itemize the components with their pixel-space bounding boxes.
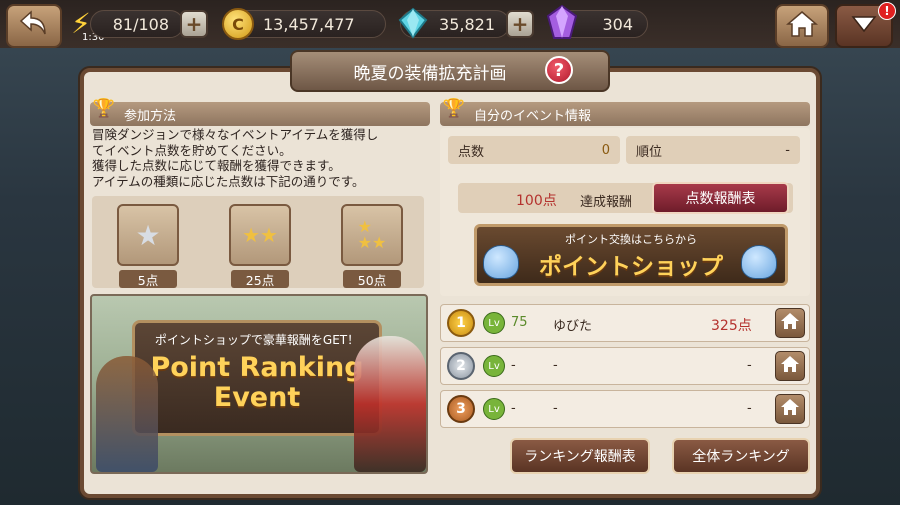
gem-value: 304 [602, 14, 633, 34]
score-cell: 点数 0 [448, 136, 620, 164]
back-button[interactable] [6, 4, 62, 48]
ranking-row[interactable]: 2 Lv - - - [440, 347, 810, 385]
visit-home-button[interactable] [775, 308, 805, 338]
participation-description: 冒険ダンジョンで様々なイベントアイテムを獲得し てイベント点数を貯めてください。… [92, 127, 422, 195]
banner-title-line: Point Ranking [150, 352, 364, 383]
item-tier-2-points: 25点 [231, 270, 289, 288]
player-score: 325点 [711, 318, 752, 334]
home-icon [780, 398, 800, 420]
ranking-row[interactable]: 1 Lv 75 ゆびた 325点 [440, 304, 810, 342]
add-crystal-button[interactable]: + [506, 10, 534, 38]
description-line: アイテムの種類に応じた点数は下記の通りです。 [92, 173, 365, 189]
visit-home-button[interactable] [775, 351, 805, 381]
score-label: 点数 [458, 144, 485, 160]
gem-icon [544, 4, 580, 42]
trophy-icon: 🏆 [442, 97, 466, 119]
participation-header: 参加方法 [90, 102, 430, 126]
description-line: 冒険ダンジョンで様々なイベントアイテムを獲得し [92, 127, 379, 142]
item-tier-1: ★ 5点 [96, 198, 200, 288]
my-event-info-header-label: 自分のイベント情報 [474, 108, 592, 124]
description-line: 獲得した点数に応じて報酬を獲得できます。 [92, 158, 341, 173]
bronze-medal-icon: 3 [447, 395, 475, 423]
player-level: 75 [511, 315, 528, 330]
my-event-info-header: 自分のイベント情報 [440, 102, 810, 126]
score-value: 0 [601, 142, 610, 158]
window-title-text: 晩夏の装備拡充計画 [353, 63, 507, 84]
reward-points: 100点 [516, 193, 557, 209]
rank-value: - [785, 142, 790, 158]
lv-icon: Lv [483, 355, 505, 377]
visit-home-button[interactable] [775, 394, 805, 424]
star-icon: ★★ [229, 204, 291, 266]
lv-icon: Lv [483, 312, 505, 334]
crystal-icon [396, 6, 430, 40]
gold-coin-icon: C [222, 8, 254, 40]
banner-plate: ポイントショップで豪華報酬をGET！ Point Ranking Event [132, 320, 382, 436]
stamina-value: 81/108 [112, 14, 169, 34]
points-reward-table-button[interactable]: 点数報酬表 [652, 182, 789, 214]
player-score: - [747, 358, 752, 373]
add-stamina-button[interactable]: + [180, 10, 208, 38]
player-name: - [553, 358, 558, 373]
item-tier-3: ★ ★★ 50点 [320, 198, 424, 288]
star-icon: ★ ★★ [341, 204, 403, 266]
participation-header-label: 参加方法 [124, 108, 177, 124]
gold-medal-icon: 1 [447, 309, 475, 337]
home-icon [785, 10, 819, 42]
description-line: てイベント点数を貯めてください。 [92, 142, 292, 158]
point-shop-title: ポイントショップ [539, 254, 723, 280]
star-icon: ★ [117, 204, 179, 266]
item-tier-3-points: 50点 [343, 270, 401, 288]
item-tier-2: ★★ 25点 [208, 198, 312, 288]
home-icon [780, 355, 800, 377]
lv-icon: Lv [483, 398, 505, 420]
all-ranking-button[interactable]: 全体ランキング [672, 438, 810, 474]
home-icon [780, 312, 800, 334]
banner-subtitle: ポイントショップで豪華報酬をGET！ [154, 333, 360, 347]
stamina-display: 81/108 [90, 10, 184, 38]
ranking-reward-table-button[interactable]: ランキング報酬表 [510, 438, 650, 474]
dropdown-icon [851, 14, 877, 39]
back-arrow-icon [19, 9, 49, 43]
slime-icon [741, 245, 777, 279]
player-name: ゆびた [553, 319, 593, 334]
player-score: - [747, 401, 752, 416]
home-button[interactable] [775, 4, 829, 48]
notification-badge: ! [878, 2, 896, 20]
item-tier-1-points: 5点 [119, 270, 177, 288]
ranking-row[interactable]: 3 Lv - - - [440, 390, 810, 428]
slime-icon [483, 245, 519, 279]
gold-value: 13,457,477 [263, 14, 355, 34]
point-shop-button[interactable]: ポイント交換はこちらから ポイントショップ [474, 224, 788, 286]
banner-title-line: Event [213, 382, 301, 413]
rank-cell: 順位 - [626, 136, 800, 164]
point-shop-caption: ポイント交換はこちらから [565, 233, 697, 246]
reward-label: 達成報酬 [580, 195, 633, 210]
crystal-value: 35,821 [439, 14, 495, 34]
trophy-icon: 🏆 [92, 97, 116, 119]
player-name: - [553, 401, 558, 416]
help-icon[interactable]: ? [545, 56, 573, 84]
player-level: - [511, 358, 516, 373]
event-banner: ポイントショップで豪華報酬をGET！ Point Ranking Event [90, 294, 428, 474]
silver-medal-icon: 2 [447, 352, 475, 380]
banner-title: Point Ranking Event [135, 353, 379, 413]
player-level: - [511, 401, 516, 416]
warrior-character-illustration [354, 336, 426, 472]
rank-label: 順位 [636, 144, 663, 160]
elf-character-illustration [96, 356, 158, 472]
